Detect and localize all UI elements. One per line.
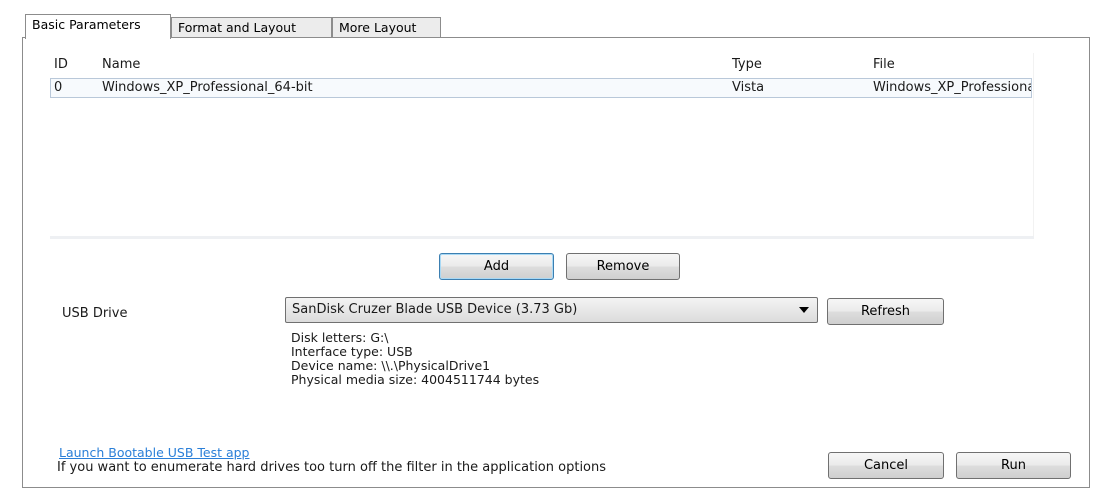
run-button[interactable]: Run (956, 452, 1071, 479)
device-name-text: Device name: \\.\PhysicalDrive1 (291, 358, 491, 373)
row-type: Vista (732, 80, 765, 95)
column-header-file[interactable]: File (873, 53, 895, 77)
usb-drive-label: USB Drive (62, 306, 128, 321)
chevron-down-icon (799, 307, 809, 313)
list-bottom-edge (50, 236, 1034, 239)
usb-drive-selected-value: SanDisk Cruzer Blade USB Device (3.73 Gb… (292, 302, 578, 317)
image-list[interactable]: ID Name Type File 0 Windows_XP_Professio… (50, 53, 1034, 239)
interface-type-text: Interface type: USB (291, 344, 413, 359)
add-button[interactable]: Add (439, 253, 554, 280)
launch-bootable-usb-test-link[interactable]: Launch Bootable USB Test app (59, 445, 250, 460)
usb-drive-select[interactable]: SanDisk Cruzer Blade USB Device (3.73 Gb… (285, 297, 818, 323)
refresh-button[interactable]: Refresh (827, 298, 944, 325)
row-name: Windows_XP_Professional_64-bit (102, 80, 313, 95)
table-row[interactable]: 0 Windows_XP_Professional_64-bit Vista W… (50, 78, 1032, 98)
tab-more-layout[interactable]: More Layout (332, 17, 441, 39)
tab-basic-parameters[interactable]: Basic Parameters (25, 14, 171, 39)
column-header-name[interactable]: Name (102, 53, 140, 77)
remove-button[interactable]: Remove (566, 253, 680, 280)
column-header-type[interactable]: Type (732, 53, 762, 77)
filter-hint-text: If you want to enumerate hard drives too… (57, 460, 607, 475)
row-file: Windows_XP_Professiona (873, 80, 1031, 95)
row-id: 0 (54, 80, 63, 95)
physical-media-size-text: Physical media size: 4004511744 bytes (291, 372, 540, 387)
column-header-id[interactable]: ID (54, 53, 68, 77)
cancel-button[interactable]: Cancel (828, 452, 944, 479)
tab-format-and-layout[interactable]: Format and Layout (171, 17, 332, 39)
disk-letters-text: Disk letters: G:\ (291, 330, 389, 345)
